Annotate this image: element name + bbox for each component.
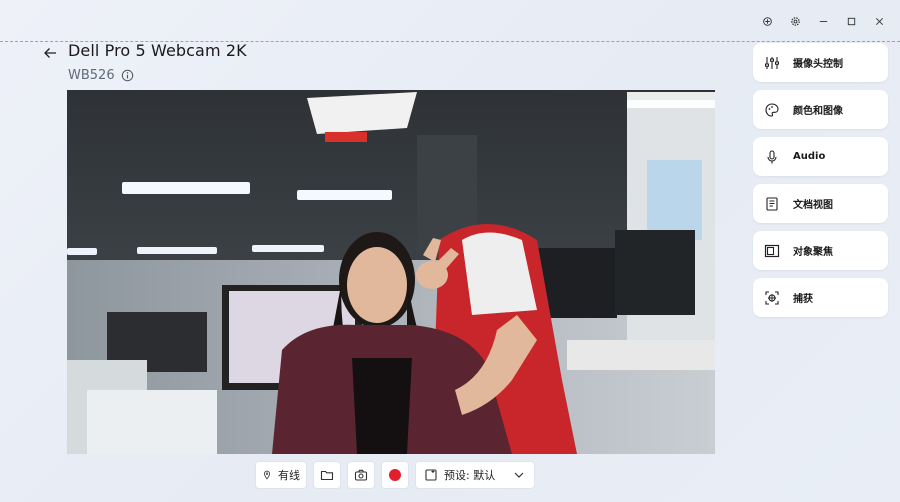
record-icon [389,469,401,481]
palette-icon [765,102,779,117]
location-pin-icon [264,470,270,480]
close-icon[interactable] [868,12,890,30]
maximize-icon[interactable] [840,12,862,30]
connection-label: 有线 [278,469,300,482]
window-controls [756,12,890,30]
take-photo-button[interactable] [347,461,375,489]
camera-feed-image [67,90,715,454]
folder-icon [320,470,334,481]
preset-icon [425,469,437,481]
document-icon [766,196,778,211]
sidebar-item-object-focus[interactable]: 对象聚焦 [753,231,888,270]
sidebar-item-capture[interactable]: 捕获 [753,278,888,317]
info-icon[interactable] [121,69,134,82]
sidebar-item-document-view[interactable]: 文档视图 [753,184,888,223]
sidebar-item-camera-control[interactable]: 摄像头控制 [753,43,888,82]
camera-preview [67,90,715,454]
sidebar-item-label: 摄像头控制 [793,59,843,70]
preset-dropdown[interactable]: 预设: 默认 [415,461,535,489]
pin-icon[interactable] [756,12,778,30]
sidebar-item-label: 捕获 [793,294,813,305]
preset-label: 预设: 默认 [444,469,496,482]
sliders-icon [765,56,779,69]
sidebar-item-color-image[interactable]: 颜色和图像 [753,90,888,129]
record-button[interactable] [381,461,409,489]
device-model: WB526 [68,68,134,83]
sidebar-item-label: 对象聚焦 [793,247,833,258]
capture-icon [765,290,779,305]
minimize-icon[interactable] [812,12,834,30]
page-title: Dell Pro 5 Webcam 2K [68,41,247,60]
chevron-down-icon [514,472,524,478]
sidebar-item-label: 文档视图 [793,200,833,211]
connection-button[interactable]: 有线 [255,461,307,489]
model-label: WB526 [68,68,115,83]
sidebar-item-label: 颜色和图像 [793,106,843,117]
title-bar [0,0,900,42]
arrow-left-icon [44,48,56,58]
frame-icon [764,244,780,257]
sidebar-item-audio[interactable]: Audio [753,137,888,176]
sidebar-item-label: Audio [793,151,826,162]
open-folder-button[interactable] [313,461,341,489]
microphone-icon [767,149,777,163]
back-button[interactable] [40,44,60,62]
camera-icon [354,469,368,481]
settings-sidebar: 摄像头控制 颜色和图像 Audio 文档视图 对象聚焦 捕获 [753,43,888,325]
preview-toolbar: 有线 预设: 默认 [255,461,535,489]
settings-icon[interactable] [784,12,806,30]
